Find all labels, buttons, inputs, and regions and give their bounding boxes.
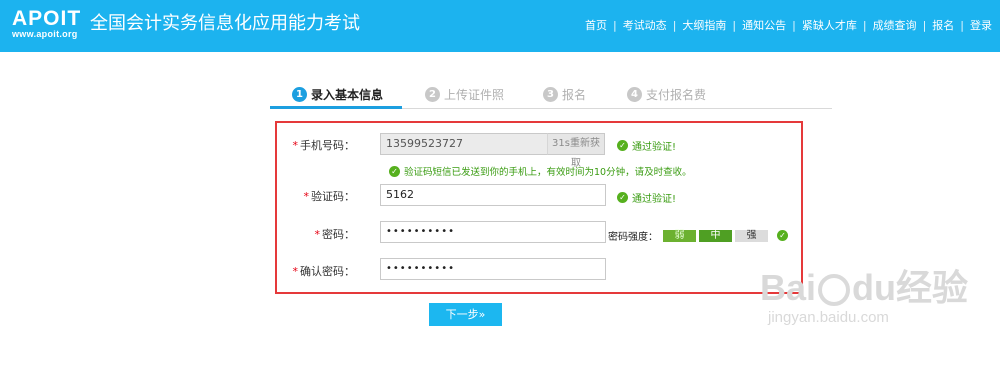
required-mark: * (303, 190, 310, 203)
nav-separator: | (612, 18, 617, 32)
nav-home[interactable]: 首页 (585, 17, 607, 33)
logo-text: APOIT (12, 7, 82, 30)
check-icon: ✓ (617, 192, 628, 203)
phone-label-text: 手机号码： (300, 139, 355, 152)
next-step-button[interactable]: 下一步» (429, 303, 502, 326)
nav-score-query[interactable]: 成绩查询 (873, 17, 917, 33)
step-number: 3 (543, 87, 558, 102)
required-mark: * (292, 139, 299, 152)
step-upload-photo: 2 上传证件照 (425, 86, 504, 103)
password-label: * 密码： (315, 226, 356, 242)
required-mark: * (314, 228, 321, 241)
nav-login[interactable]: 登录 (970, 17, 992, 33)
confirm-password-input[interactable]: •••••••••• (380, 258, 606, 280)
step-label: 报名 (562, 88, 587, 102)
nav-separator: | (792, 18, 796, 32)
step-label: 支付报名费 (646, 88, 707, 102)
check-icon: ✓ (617, 140, 628, 151)
active-step-underline (270, 106, 402, 109)
phone-verified-status: ✓ 通过验证! (617, 138, 676, 153)
baidu-jingyan-watermark: Bai du经验 jingyan.baidu.com (760, 268, 968, 328)
password-label-text: 密码： (322, 228, 355, 241)
paw-icon (818, 274, 851, 307)
required-mark: * (292, 265, 299, 278)
site-title: 全国会计实务信息化应用能力考试 (90, 13, 360, 34)
strength-label: 密码强度： (608, 232, 658, 243)
step-number: 1 (292, 87, 307, 102)
verified-text: 通过验证! (632, 142, 677, 153)
nav-separator: | (922, 18, 927, 32)
confirm-password-label: * 确认密码： (293, 263, 356, 279)
logo-url: www.apoit.org (12, 29, 78, 39)
sms-notice: ✓ 验证码短信已发送到你的手机上，有效时间为10分钟，请及时查收。 (389, 164, 692, 178)
code-label-text: 验证码： (311, 190, 355, 203)
verification-code-input[interactable]: 5162 (380, 184, 606, 206)
watermark-du: du (852, 267, 897, 308)
strength-weak: 弱 (663, 229, 696, 242)
confirm-label-text: 确认密码： (300, 265, 355, 278)
nav-separator: | (960, 18, 964, 32)
code-label: * 验证码： (304, 188, 356, 204)
nav-separator: | (732, 18, 737, 32)
step-number: 4 (627, 87, 642, 102)
verified-text: 通过验证! (632, 194, 677, 205)
step-number: 2 (425, 87, 440, 102)
phone-field[interactable]: 13599523727 (380, 133, 548, 155)
password-strength-meter: 密码强度： 弱 中 强 ✓ (608, 228, 788, 243)
step-payment: 4 支付报名费 (627, 86, 706, 103)
apoit-logo[interactable]: APOIT www.apoit.org (12, 7, 82, 40)
phone-label: * 手机号码： (293, 137, 356, 153)
watermark-cn: 经验 (896, 267, 969, 308)
step-register: 3 报名 (543, 86, 586, 103)
resend-code-button[interactable]: 31s重新获取 (547, 133, 605, 169)
header-bar: APOIT www.apoit.org 全国会计实务信息化应用能力考试 首页 |… (0, 0, 1000, 52)
nav-separator: | (862, 18, 867, 32)
top-nav: 首页 | 考试动态 | 大纲指南 | 通知公告 | 紧缺人才库 | 成绩查询 |… (585, 17, 992, 33)
watermark-url: jingyan.baidu.com (768, 309, 889, 326)
step-basic-info: 1 录入基本信息 (292, 86, 383, 103)
sms-notice-text: 验证码短信已发送到你的手机上，有效时间为10分钟，请及时查收。 (404, 167, 692, 178)
check-icon: ✓ (777, 230, 788, 241)
code-verified-status: ✓ 通过验证! (617, 190, 676, 205)
watermark-bai: Bai (760, 267, 817, 308)
nav-register[interactable]: 报名 (932, 17, 954, 33)
step-label: 上传证件照 (444, 88, 505, 102)
check-icon: ✓ (389, 165, 400, 177)
nav-separator: | (672, 18, 677, 32)
nav-talent-pool[interactable]: 紧缺人才库 (802, 17, 857, 33)
strength-medium: 中 (699, 229, 732, 242)
step-label: 录入基本信息 (311, 88, 384, 102)
password-input[interactable]: •••••••••• (380, 221, 606, 243)
strength-strong: 强 (735, 229, 768, 242)
nav-notices[interactable]: 通知公告 (742, 17, 786, 33)
nav-syllabus[interactable]: 大纲指南 (682, 17, 726, 33)
nav-exam-news[interactable]: 考试动态 (623, 17, 667, 33)
step-indicator: 1 录入基本信息 2 上传证件照 3 报名 4 支付报名费 (270, 83, 832, 109)
watermark-logo: Bai du经验 (760, 268, 968, 308)
